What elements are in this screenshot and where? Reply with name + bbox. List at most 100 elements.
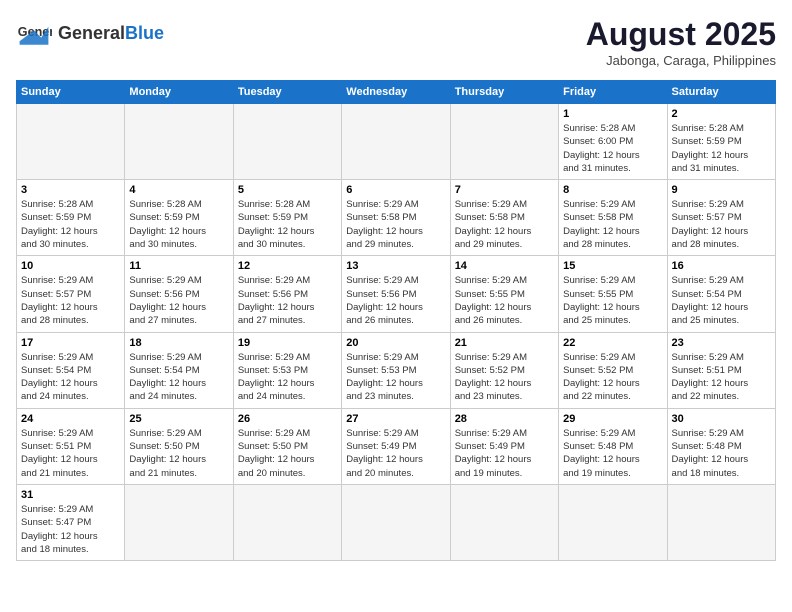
day-info: Sunrise: 5:29 AM Sunset: 5:48 PM Dayligh… <box>672 427 771 480</box>
calendar-cell: 18 Sunrise: 5:29 AM Sunset: 5:54 PM Dayli… <box>125 332 233 408</box>
calendar-cell: 13 Sunrise: 5:29 AM Sunset: 5:56 PM Dayli… <box>342 256 450 332</box>
day-number: 16 <box>672 260 771 272</box>
logo-icon: General <box>16 16 52 52</box>
day-number: 21 <box>455 337 554 349</box>
logo-text: GeneralBlue <box>58 24 164 44</box>
day-info: Sunrise: 5:29 AM Sunset: 5:51 PM Dayligh… <box>21 427 120 480</box>
day-info: Sunrise: 5:29 AM Sunset: 5:48 PM Dayligh… <box>563 427 662 480</box>
day-info: Sunrise: 5:29 AM Sunset: 5:49 PM Dayligh… <box>455 427 554 480</box>
calendar-day-header: Thursday <box>450 81 558 104</box>
day-info: Sunrise: 5:29 AM Sunset: 5:52 PM Dayligh… <box>455 351 554 404</box>
calendar-cell: 23 Sunrise: 5:29 AM Sunset: 5:51 PM Dayli… <box>667 332 775 408</box>
calendar-cell: 20 Sunrise: 5:29 AM Sunset: 5:53 PM Dayli… <box>342 332 450 408</box>
day-info: Sunrise: 5:29 AM Sunset: 5:58 PM Dayligh… <box>563 198 662 251</box>
day-info: Sunrise: 5:29 AM Sunset: 5:47 PM Dayligh… <box>21 503 120 556</box>
calendar-day-header: Saturday <box>667 81 775 104</box>
day-info: Sunrise: 5:29 AM Sunset: 5:53 PM Dayligh… <box>346 351 445 404</box>
calendar-cell: 4 Sunrise: 5:28 AM Sunset: 5:59 PM Daylig… <box>125 180 233 256</box>
day-info: Sunrise: 5:28 AM Sunset: 6:00 PM Dayligh… <box>563 122 662 175</box>
day-info: Sunrise: 5:28 AM Sunset: 5:59 PM Dayligh… <box>129 198 228 251</box>
day-info: Sunrise: 5:29 AM Sunset: 5:56 PM Dayligh… <box>238 274 337 327</box>
day-info: Sunrise: 5:28 AM Sunset: 5:59 PM Dayligh… <box>672 122 771 175</box>
day-info: Sunrise: 5:29 AM Sunset: 5:54 PM Dayligh… <box>672 274 771 327</box>
day-info: Sunrise: 5:29 AM Sunset: 5:52 PM Dayligh… <box>563 351 662 404</box>
calendar-cell: 9 Sunrise: 5:29 AM Sunset: 5:57 PM Daylig… <box>667 180 775 256</box>
day-number: 13 <box>346 260 445 272</box>
calendar-cell: 26 Sunrise: 5:29 AM Sunset: 5:50 PM Dayli… <box>233 408 341 484</box>
day-number: 30 <box>672 413 771 425</box>
day-number: 7 <box>455 184 554 196</box>
calendar-cell: 2 Sunrise: 5:28 AM Sunset: 5:59 PM Daylig… <box>667 104 775 180</box>
calendar-cell: 22Sunrise: 5:29 AM Sunset: 5:52 PM Dayli… <box>559 332 667 408</box>
day-info: Sunrise: 5:29 AM Sunset: 5:55 PM Dayligh… <box>563 274 662 327</box>
day-info: Sunrise: 5:29 AM Sunset: 5:55 PM Dayligh… <box>455 274 554 327</box>
day-number: 23 <box>672 337 771 349</box>
day-number: 31 <box>21 489 120 501</box>
day-info: Sunrise: 5:29 AM Sunset: 5:54 PM Dayligh… <box>21 351 120 404</box>
day-number: 29 <box>563 413 662 425</box>
day-number: 1 <box>563 108 662 120</box>
day-number: 28 <box>455 413 554 425</box>
calendar-cell: 27Sunrise: 5:29 AM Sunset: 5:49 PM Dayli… <box>342 408 450 484</box>
calendar-cell: 14Sunrise: 5:29 AM Sunset: 5:55 PM Dayli… <box>450 256 558 332</box>
calendar-cell <box>342 104 450 180</box>
calendar-day-header: Sunday <box>17 81 125 104</box>
calendar-header: SundayMondayTuesdayWednesdayThursdayFrid… <box>17 81 776 104</box>
day-number: 18 <box>129 337 228 349</box>
calendar-cell <box>233 104 341 180</box>
page-header: General GeneralBlue August 2025 Jabonga,… <box>16 16 776 68</box>
day-number: 17 <box>21 337 120 349</box>
day-info: Sunrise: 5:29 AM Sunset: 5:51 PM Dayligh… <box>672 351 771 404</box>
day-info: Sunrise: 5:29 AM Sunset: 5:54 PM Dayligh… <box>129 351 228 404</box>
calendar-cell: 8Sunrise: 5:29 AM Sunset: 5:58 PM Daylig… <box>559 180 667 256</box>
calendar-cell: 29 Sunrise: 5:29 AM Sunset: 5:48 PM Dayli… <box>559 408 667 484</box>
day-number: 3 <box>21 184 120 196</box>
day-number: 19 <box>238 337 337 349</box>
calendar-day-header: Wednesday <box>342 81 450 104</box>
day-number: 6 <box>346 184 445 196</box>
day-number: 2 <box>672 108 771 120</box>
day-number: 25 <box>129 413 228 425</box>
calendar-cell: 28 Sunrise: 5:29 AM Sunset: 5:49 PM Dayli… <box>450 408 558 484</box>
day-info: Sunrise: 5:29 AM Sunset: 5:56 PM Dayligh… <box>346 274 445 327</box>
calendar-day-header: Monday <box>125 81 233 104</box>
day-info: Sunrise: 5:29 AM Sunset: 5:58 PM Dayligh… <box>346 198 445 251</box>
calendar-cell <box>125 484 233 560</box>
day-number: 24 <box>21 413 120 425</box>
calendar-cell <box>667 484 775 560</box>
calendar-day-header: Tuesday <box>233 81 341 104</box>
logo: General GeneralBlue <box>16 16 164 52</box>
calendar-cell <box>559 484 667 560</box>
day-info: Sunrise: 5:28 AM Sunset: 5:59 PM Dayligh… <box>238 198 337 251</box>
day-number: 10 <box>21 260 120 272</box>
calendar-cell <box>17 104 125 180</box>
day-info: Sunrise: 5:29 AM Sunset: 5:53 PM Dayligh… <box>238 351 337 404</box>
day-info: Sunrise: 5:29 AM Sunset: 5:50 PM Dayligh… <box>238 427 337 480</box>
day-info: Sunrise: 5:29 AM Sunset: 5:57 PM Dayligh… <box>672 198 771 251</box>
calendar-cell <box>450 484 558 560</box>
calendar-cell: 6 Sunrise: 5:29 AM Sunset: 5:58 PM Daylig… <box>342 180 450 256</box>
location-subtitle: Jabonga, Caraga, Philippines <box>586 53 776 68</box>
day-info: Sunrise: 5:29 AM Sunset: 5:57 PM Dayligh… <box>21 274 120 327</box>
day-info: Sunrise: 5:28 AM Sunset: 5:59 PM Dayligh… <box>21 198 120 251</box>
calendar-cell: 21 Sunrise: 5:29 AM Sunset: 5:52 PM Dayli… <box>450 332 558 408</box>
day-number: 4 <box>129 184 228 196</box>
day-number: 26 <box>238 413 337 425</box>
calendar-cell <box>342 484 450 560</box>
calendar-cell: 17 Sunrise: 5:29 AM Sunset: 5:54 PM Dayli… <box>17 332 125 408</box>
calendar-cell: 19 Sunrise: 5:29 AM Sunset: 5:53 PM Dayli… <box>233 332 341 408</box>
day-number: 27 <box>346 413 445 425</box>
calendar-cell: 15 Sunrise: 5:29 AM Sunset: 5:55 PM Dayli… <box>559 256 667 332</box>
day-number: 12 <box>238 260 337 272</box>
day-number: 9 <box>672 184 771 196</box>
day-info: Sunrise: 5:29 AM Sunset: 5:58 PM Dayligh… <box>455 198 554 251</box>
day-number: 15 <box>563 260 662 272</box>
calendar-table: SundayMondayTuesdayWednesdayThursdayFrid… <box>16 80 776 561</box>
calendar-cell: 3 Sunrise: 5:28 AM Sunset: 5:59 PM Daylig… <box>17 180 125 256</box>
calendar-cell: 11Sunrise: 5:29 AM Sunset: 5:56 PM Dayli… <box>125 256 233 332</box>
calendar-cell: 24 Sunrise: 5:29 AM Sunset: 5:51 PM Dayli… <box>17 408 125 484</box>
day-number: 20 <box>346 337 445 349</box>
day-info: Sunrise: 5:29 AM Sunset: 5:50 PM Dayligh… <box>129 427 228 480</box>
day-number: 11 <box>129 260 228 272</box>
calendar-cell: 16 Sunrise: 5:29 AM Sunset: 5:54 PM Dayli… <box>667 256 775 332</box>
